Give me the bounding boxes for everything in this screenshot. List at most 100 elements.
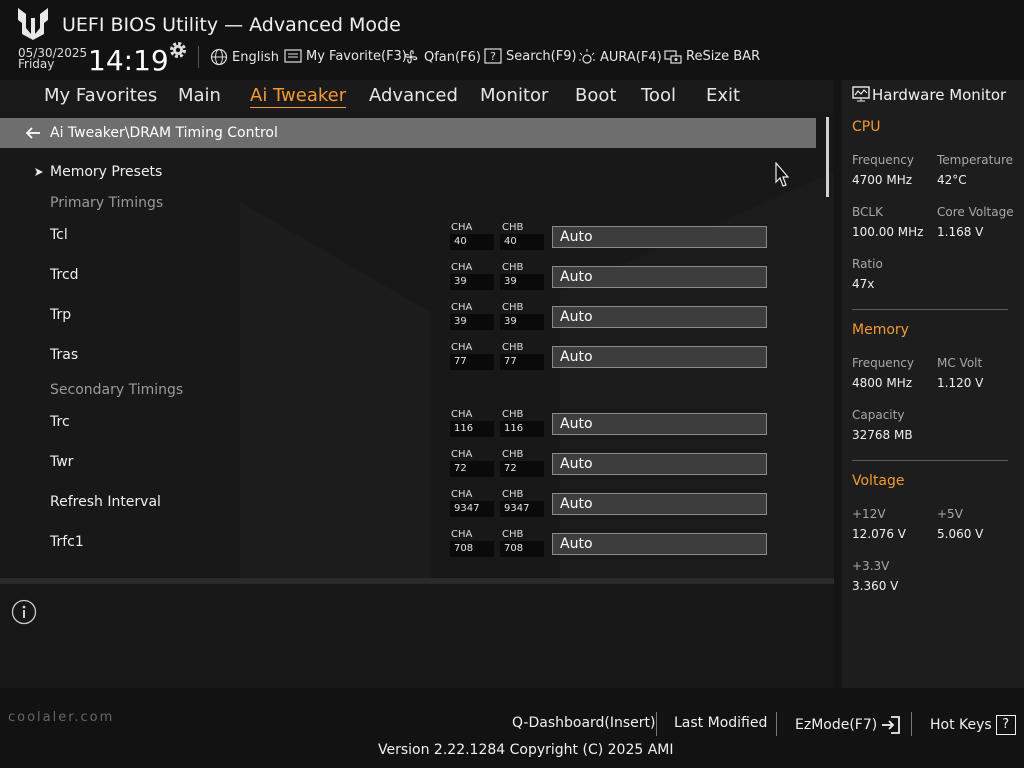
trfc1-select[interactable]: Auto bbox=[552, 533, 767, 555]
cha-label: CHA bbox=[451, 529, 473, 540]
timing-label: Trp bbox=[50, 307, 72, 323]
cha-value: 72 bbox=[450, 461, 494, 477]
timing-label: Refresh Interval bbox=[50, 494, 161, 510]
primary-timings-heading: Primary Timings bbox=[50, 195, 164, 211]
bclk-label: BCLK bbox=[852, 205, 883, 219]
toolbar-separator bbox=[198, 46, 199, 68]
v33-label: +3.3V bbox=[852, 559, 890, 573]
core-voltage-label: Core Voltage bbox=[937, 205, 1014, 219]
footer-separator bbox=[656, 712, 657, 736]
watermark: coolaler.com bbox=[8, 710, 115, 725]
mem-frequency-value: 4800 MHz bbox=[852, 376, 913, 390]
aura-button[interactable]: AURA(F4) bbox=[578, 48, 662, 66]
ratio-label: Ratio bbox=[852, 257, 883, 271]
trp-select[interactable]: Auto bbox=[552, 306, 767, 328]
mc-volt-label: MC Volt bbox=[937, 356, 983, 370]
tuf-logo-icon bbox=[18, 8, 48, 40]
memory-section-title: Memory bbox=[852, 322, 909, 338]
help-icon: ? bbox=[995, 715, 1016, 735]
v5-value: 5.060 V bbox=[937, 527, 984, 541]
tab-monitor[interactable]: Monitor bbox=[480, 85, 548, 106]
tras-select[interactable]: Auto bbox=[552, 346, 767, 368]
date-display: 05/30/2025 Friday bbox=[18, 47, 87, 71]
q-dashboard-button[interactable]: Q-Dashboard(Insert) bbox=[512, 715, 656, 731]
twr-select[interactable]: Auto bbox=[552, 453, 767, 475]
trcd-select[interactable]: Auto bbox=[552, 266, 767, 288]
refresh-interval-select[interactable]: Auto bbox=[552, 493, 767, 515]
hardware-monitor-title: Hardware Monitor bbox=[872, 86, 1007, 104]
cpu-temperature-label: Temperature bbox=[937, 153, 1014, 167]
my-favorite-label: My Favorite(F3) bbox=[306, 48, 407, 64]
ezmode-button[interactable]: EzMode(F7) bbox=[795, 715, 901, 735]
qfan-label: Qfan(F6) bbox=[424, 49, 481, 65]
back-arrow-icon[interactable] bbox=[24, 124, 42, 142]
trc-select[interactable]: Auto bbox=[552, 413, 767, 435]
search-button[interactable]: ? Search(F9) bbox=[484, 48, 577, 64]
cha-value: 39 bbox=[450, 314, 494, 330]
secondary-timings-heading: Secondary Timings bbox=[50, 382, 184, 398]
cpu-frequency-label: Frequency bbox=[852, 153, 914, 167]
tab-advanced[interactable]: Advanced bbox=[369, 85, 458, 106]
fan-icon bbox=[404, 50, 418, 64]
help-panel bbox=[0, 584, 834, 688]
timing-label: Trc bbox=[50, 414, 70, 430]
last-modified-button[interactable]: Last Modified bbox=[674, 715, 767, 731]
chb-label: CHB bbox=[502, 222, 524, 233]
aura-label: AURA(F4) bbox=[600, 49, 662, 65]
chb-label: CHB bbox=[502, 529, 524, 540]
chb-value: 40 bbox=[500, 234, 544, 250]
language-button[interactable]: English bbox=[210, 48, 279, 66]
cha-label: CHA bbox=[451, 262, 473, 273]
app-title: UEFI BIOS Utility — Advanced Mode bbox=[62, 14, 401, 36]
chb-label: CHB bbox=[502, 302, 524, 313]
scrollbar-thumb[interactable] bbox=[826, 117, 829, 197]
tab-my-favorites[interactable]: My Favorites bbox=[44, 85, 157, 106]
core-voltage-value: 1.168 V bbox=[937, 225, 984, 239]
cpu-section-title: CPU bbox=[852, 119, 881, 135]
my-favorite-button[interactable]: My Favorite(F3) bbox=[284, 48, 407, 64]
timing-label: Trfc1 bbox=[50, 534, 84, 550]
mc-volt-value: 1.120 V bbox=[937, 376, 984, 390]
timing-label: Twr bbox=[50, 454, 74, 470]
footer-separator bbox=[911, 712, 912, 736]
mem-frequency-label: Frequency bbox=[852, 356, 914, 370]
chb-label: CHB bbox=[502, 489, 524, 500]
tab-ai-tweaker[interactable]: Ai Tweaker bbox=[250, 85, 347, 108]
tcl-select[interactable]: Auto bbox=[552, 226, 767, 248]
cha-value: 708 bbox=[450, 541, 494, 557]
main-tab-bar: My Favorites Main Ai Tweaker Advanced Mo… bbox=[0, 80, 834, 112]
chb-label: CHB bbox=[502, 449, 524, 460]
tab-main[interactable]: Main bbox=[178, 85, 221, 106]
cha-label: CHA bbox=[451, 409, 473, 420]
version-text: Version 2.22.1284 Copyright (C) 2025 AMI bbox=[378, 742, 674, 758]
cha-label: CHA bbox=[451, 489, 473, 500]
cha-label: CHA bbox=[451, 222, 473, 233]
mouse-cursor-icon bbox=[775, 162, 789, 187]
language-label: English bbox=[232, 49, 279, 65]
memory-presets-item[interactable]: Memory Presets bbox=[50, 164, 162, 180]
tab-tool[interactable]: Tool bbox=[641, 85, 676, 106]
globe-icon bbox=[210, 48, 228, 66]
resize-bar-button[interactable]: ReSize BAR bbox=[664, 48, 760, 64]
chb-label: CHB bbox=[502, 342, 524, 353]
timing-label: Tras bbox=[50, 347, 79, 363]
cha-value: 40 bbox=[450, 234, 494, 250]
cha-label: CHA bbox=[451, 449, 473, 460]
chb-value: 39 bbox=[500, 274, 544, 290]
favorite-icon bbox=[284, 49, 302, 63]
gear-icon[interactable] bbox=[168, 40, 188, 60]
qfan-button[interactable]: Qfan(F6) bbox=[402, 48, 481, 66]
search-icon: ? bbox=[484, 48, 502, 64]
hw-separator bbox=[852, 309, 1008, 310]
tab-boot[interactable]: Boot bbox=[575, 85, 616, 106]
cha-label: CHA bbox=[451, 302, 473, 313]
tab-exit[interactable]: Exit bbox=[706, 85, 740, 106]
hot-keys-button[interactable]: Hot Keys ? bbox=[930, 715, 1016, 735]
resize-bar-label: ReSize BAR bbox=[686, 48, 761, 64]
voltage-section-title: Voltage bbox=[852, 473, 905, 489]
hw-separator bbox=[852, 460, 1008, 461]
svg-text:?: ? bbox=[490, 50, 496, 63]
v33-value: 3.360 V bbox=[852, 579, 899, 593]
cha-value: 116 bbox=[450, 421, 494, 437]
day-text: Friday bbox=[18, 57, 55, 71]
